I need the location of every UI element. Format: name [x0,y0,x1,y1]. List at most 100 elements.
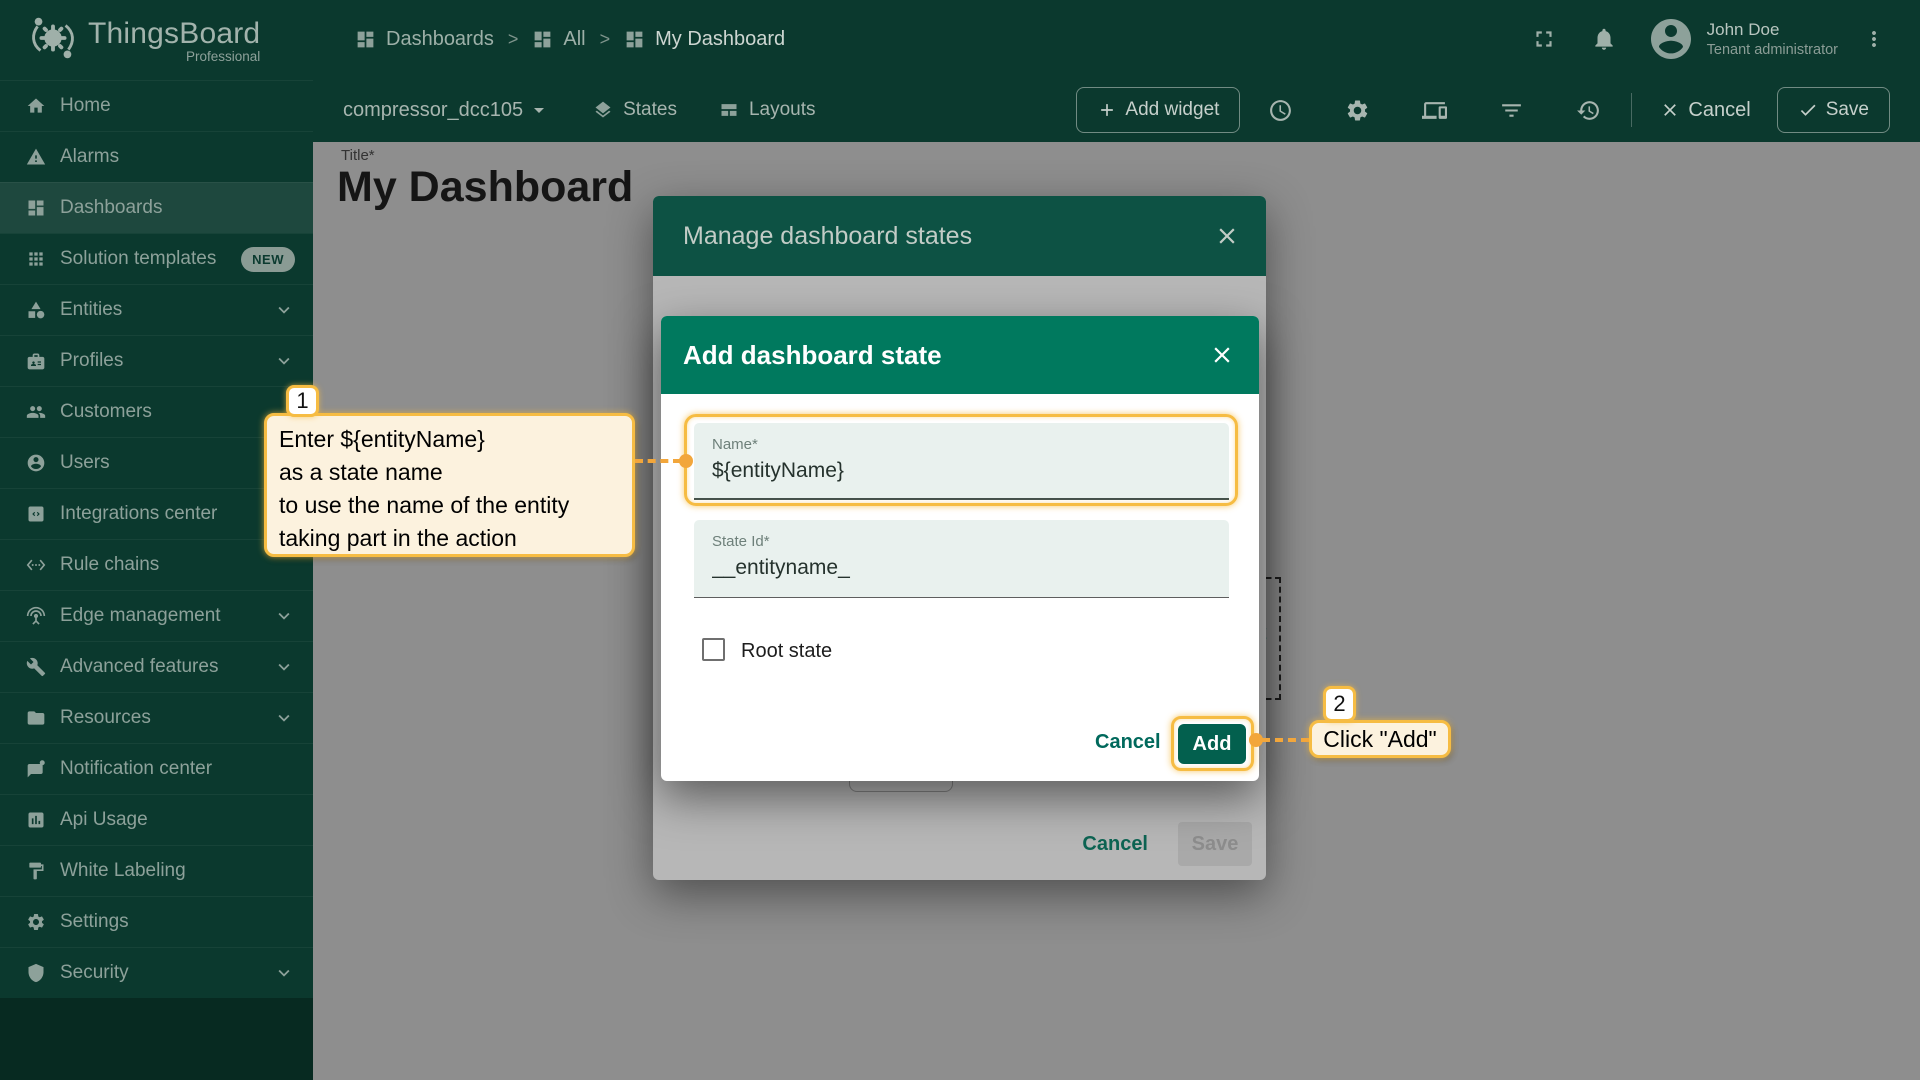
root-state-checkbox[interactable] [702,638,725,661]
dashboards-icon [532,29,553,50]
entities-icon [26,300,46,320]
add-dashboard-state-dialog: Add dashboard state Name* State Id* Root… [661,316,1259,781]
new-badge: NEW [241,247,295,272]
annotation-highlight-name-field [684,414,1238,506]
entity-selector[interactable]: compressor_dcc105 [343,98,551,122]
devices-icon[interactable] [1422,98,1447,123]
breadcrumb-label: Dashboards [386,28,494,51]
sidebar-item-alarms[interactable]: Alarms [0,131,313,182]
layouts-button[interactable]: Layouts [719,99,816,121]
app-logo[interactable]: ThingsBoard Professional [0,0,313,80]
sidebar-item-profiles[interactable]: Profiles [0,335,313,386]
layers-icon [593,100,613,120]
dashboards-icon [355,29,376,50]
thingsboard-app: ThingsBoard Professional Home Alarms Das… [0,0,1920,1080]
folder-icon [26,708,46,728]
state-id-field[interactable]: State Id* [694,520,1229,598]
layouts-icon [719,100,739,120]
sidebar-item-label: Profiles [60,350,123,372]
annotation-step2-connector-dot [1249,733,1263,747]
dashboard-toolbar: compressor_dcc105 States Layouts Add wid… [313,78,1920,142]
sidebar-footer-area [0,998,313,1080]
annotation-step2-text: Click "Add" [1323,726,1436,753]
sidebar-item-label: Customers [60,401,152,423]
sidebar-item-label: Rule chains [60,554,159,576]
cancel-edit-button[interactable]: Cancel [1660,99,1750,122]
sidebar-item-home[interactable]: Home [0,80,313,131]
sidebar-item-label: Dashboards [60,197,162,219]
sidebar-item-security[interactable]: Security [0,947,313,998]
breadcrumb-all[interactable]: All [532,28,585,51]
plus-icon [1097,100,1117,120]
breadcrumb-dashboards[interactable]: Dashboards [355,28,494,51]
annotation-highlight-add-button [1171,716,1254,771]
add-dialog-header: Add dashboard state [661,316,1259,394]
tools-icon [26,657,46,677]
annotation-step1-box: Enter ${entityName} as a state name to u… [264,413,635,557]
shield-icon [26,963,46,983]
avatar[interactable] [1647,15,1695,63]
time-window-icon[interactable] [1268,98,1293,123]
sidebar-item-notification-center[interactable]: Notification center [0,743,313,794]
sidebar-item-dashboards[interactable]: Dashboards [0,182,313,233]
app-edition: Professional [186,49,260,64]
save-dashboard-label: Save [1826,99,1869,121]
manage-dialog-header: Manage dashboard states [653,196,1266,276]
sidebar-item-settings[interactable]: Settings [0,896,313,947]
sidebar-item-solution-templates[interactable]: Solution templates NEW [0,233,313,284]
close-icon[interactable] [1209,342,1235,368]
add-widget-button[interactable]: Add widget [1076,87,1240,133]
chevron-down-icon [273,707,295,729]
state-id-input[interactable] [712,556,1192,580]
annotation-step1-line: as a state name [279,456,620,489]
bar-chart-icon [26,810,46,830]
close-icon[interactable] [1214,223,1240,249]
paint-icon [26,861,46,881]
add-widget-label: Add widget [1125,99,1219,121]
manage-cancel-button[interactable]: Cancel [1082,833,1148,856]
kebab-menu-icon[interactable] [1862,27,1886,51]
dashboard-title-field-label: Title* [341,147,375,164]
sidebar-item-label: Home [60,95,111,117]
history-icon[interactable] [1576,98,1601,123]
breadcrumb: Dashboards > All > My Dashboard [355,28,785,51]
annotation-step2-connector-line [1262,738,1309,742]
breadcrumb-separator: > [508,29,519,50]
sidebar-item-resources[interactable]: Resources [0,692,313,743]
sidebar-item-edge-management[interactable]: Edge management [0,590,313,641]
annotation-step1-connector-line [635,459,681,463]
sidebar-item-api-usage[interactable]: Api Usage [0,794,313,845]
annotation-step1-connector-dot [679,454,693,468]
sidebar-item-label: Settings [60,911,129,933]
add-cancel-button[interactable]: Cancel [1095,731,1161,754]
fullscreen-icon[interactable] [1531,26,1557,52]
bell-icon[interactable] [1591,26,1617,52]
breadcrumb-label: All [563,28,585,51]
sidebar-item-label: Integrations center [60,503,217,525]
manage-dialog-footer: Cancel Save [1082,808,1252,880]
save-dashboard-button[interactable]: Save [1777,87,1890,133]
dropdown-caret-icon [527,98,551,122]
people-icon [26,402,46,422]
close-icon [1660,100,1680,120]
settings-gear-icon[interactable] [1345,98,1370,123]
chevron-down-icon [273,656,295,678]
top-header: Dashboards > All > My Dashboard John Doe… [313,0,1920,78]
filter-icon[interactable] [1499,98,1524,123]
breadcrumb-my-dashboard[interactable]: My Dashboard [624,28,785,51]
code-brackets-icon [26,555,46,575]
manage-save-button[interactable]: Save [1178,822,1252,866]
app-name: ThingsBoard [88,17,260,51]
integrations-icon [26,504,46,524]
layouts-label: Layouts [749,99,816,121]
sidebar-item-advanced-features[interactable]: Advanced features [0,641,313,692]
sidebar-item-label: Users [60,452,110,474]
sidebar-item-white-labeling[interactable]: White Labeling [0,845,313,896]
warning-icon [26,147,46,167]
chevron-down-icon [273,350,295,372]
topbar-actions: John Doe Tenant administrator [1531,15,1886,63]
annotation-step2-number: 2 [1323,686,1356,722]
sidebar-item-entities[interactable]: Entities [0,284,313,335]
states-button[interactable]: States [593,99,677,121]
sidebar-item-label: Notification center [60,758,212,780]
